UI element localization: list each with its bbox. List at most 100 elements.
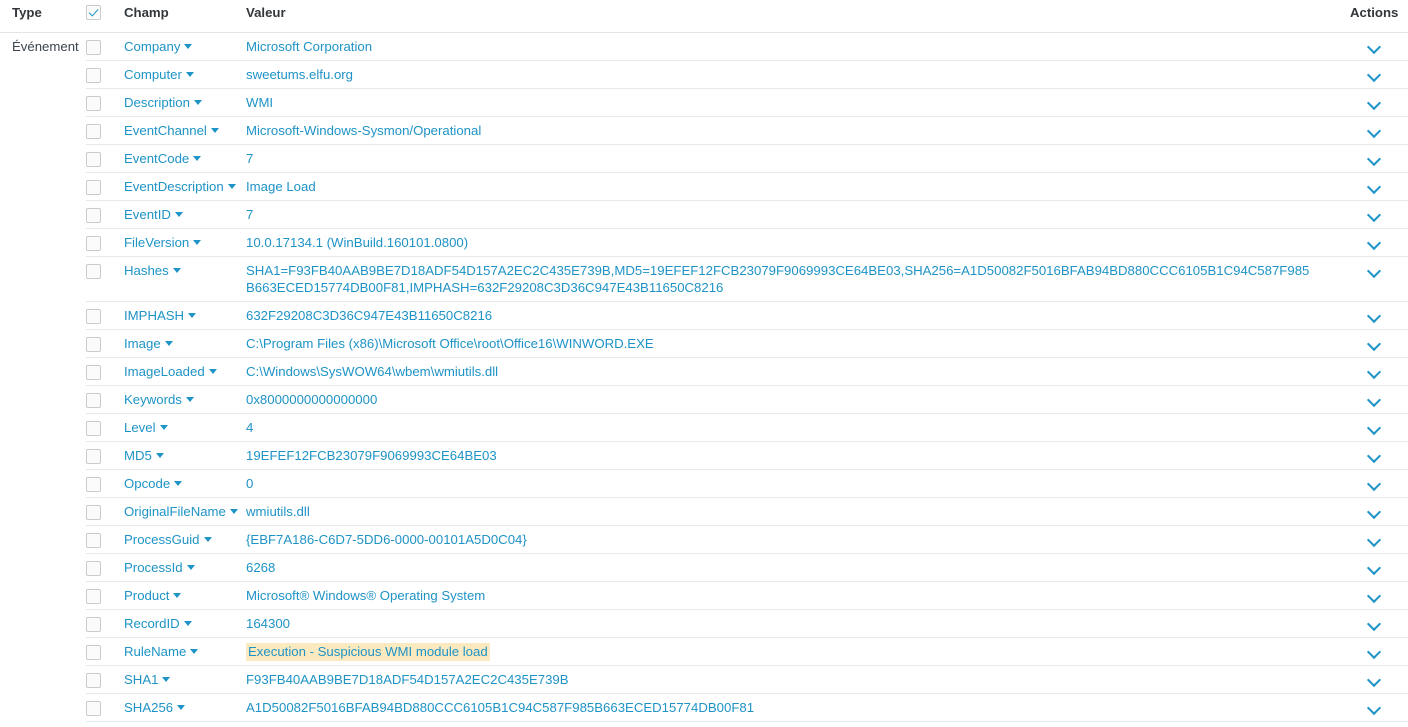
field-name-link[interactable]: MD5 (124, 448, 152, 463)
chevron-down-icon[interactable] (1367, 40, 1381, 54)
field-value-link[interactable]: WMI (246, 95, 273, 110)
caret-down-icon[interactable] (174, 211, 183, 217)
caret-down-icon[interactable] (184, 43, 193, 49)
chevron-down-icon[interactable] (1367, 505, 1381, 519)
field-value-link[interactable]: 164300 (246, 616, 290, 631)
caret-down-icon[interactable] (193, 239, 202, 245)
row-checkbox[interactable] (86, 644, 101, 660)
caret-down-icon[interactable] (172, 267, 181, 273)
row-checkbox[interactable] (86, 392, 101, 408)
field-name-link[interactable]: Keywords (124, 392, 182, 407)
row-checkbox[interactable] (86, 67, 101, 83)
chevron-down-icon[interactable] (1367, 673, 1381, 687)
caret-down-icon[interactable] (193, 99, 202, 105)
caret-down-icon[interactable] (190, 648, 199, 654)
field-value-link[interactable]: Execution - Suspicious WMI module load (246, 642, 490, 661)
caret-down-icon[interactable] (203, 536, 212, 542)
chevron-down-icon[interactable] (1367, 365, 1381, 379)
field-name-link[interactable]: Level (124, 420, 156, 435)
chevron-down-icon[interactable] (1367, 264, 1381, 278)
field-name-link[interactable]: SHA1 (124, 672, 158, 687)
row-checkbox[interactable] (86, 179, 101, 195)
row-checkbox[interactable] (86, 207, 101, 223)
chevron-down-icon[interactable] (1367, 96, 1381, 110)
caret-down-icon[interactable] (208, 368, 217, 374)
chevron-down-icon[interactable] (1367, 533, 1381, 547)
row-checkbox[interactable] (86, 235, 101, 251)
select-all-checkbox[interactable] (86, 5, 101, 21)
field-value-link[interactable]: C:\Windows\SysWOW64\wbem\wmiutils.dll (246, 364, 498, 379)
caret-down-icon[interactable] (155, 452, 164, 458)
chevron-down-icon[interactable] (1367, 152, 1381, 166)
field-value-link[interactable]: Image Load (246, 179, 316, 194)
chevron-down-icon[interactable] (1367, 449, 1381, 463)
caret-down-icon[interactable] (185, 71, 194, 77)
chevron-down-icon[interactable] (1367, 309, 1381, 323)
field-name-link[interactable]: Description (124, 95, 190, 110)
row-checkbox[interactable] (86, 123, 101, 139)
caret-down-icon[interactable] (193, 155, 202, 161)
field-value-link[interactable]: 632F29208C3D36C947E43B11650C8216 (246, 308, 492, 323)
field-name-link[interactable]: RuleName (124, 644, 186, 659)
field-value-link[interactable]: 7 (246, 207, 253, 222)
chevron-down-icon[interactable] (1367, 236, 1381, 250)
field-name-link[interactable]: OriginalFileName (124, 504, 226, 519)
row-checkbox[interactable] (86, 672, 101, 688)
row-checkbox[interactable] (86, 420, 101, 436)
field-value-link[interactable]: 7 (246, 151, 253, 166)
chevron-down-icon[interactable] (1367, 393, 1381, 407)
chevron-down-icon[interactable] (1367, 124, 1381, 138)
field-name-link[interactable]: EventCode (124, 151, 189, 166)
chevron-down-icon[interactable] (1367, 617, 1381, 631)
field-name-link[interactable]: IMPHASH (124, 308, 184, 323)
field-value-link[interactable]: A1D50082F5016BFAB94BD880CCC6105B1C94C587… (246, 700, 754, 715)
chevron-down-icon[interactable] (1367, 421, 1381, 435)
field-value-link[interactable]: 19EFEF12FCB23079F9069993CE64BE03 (246, 448, 497, 463)
row-checkbox[interactable] (86, 616, 101, 632)
caret-down-icon[interactable] (162, 676, 171, 682)
field-name-link[interactable]: Opcode (124, 476, 170, 491)
field-value-link[interactable]: 4 (246, 420, 253, 435)
row-checkbox[interactable] (86, 448, 101, 464)
field-name-link[interactable]: ProcessId (124, 560, 183, 575)
field-value-link[interactable]: C:\Program Files (x86)\Microsoft Office\… (246, 336, 654, 351)
row-checkbox[interactable] (86, 532, 101, 548)
field-value-link[interactable]: {EBF7A186-C6D7-5DD6-0000-00101A5D0C04} (246, 532, 527, 547)
field-value-link[interactable]: SHA1=F93FB40AAB9BE7D18ADF54D157A2EC2C435… (246, 263, 1309, 295)
field-value-link[interactable]: 6268 (246, 560, 275, 575)
row-checkbox[interactable] (86, 151, 101, 167)
caret-down-icon[interactable] (173, 592, 182, 598)
field-value-link[interactable]: F93FB40AAB9BE7D18ADF54D157A2EC2C435E739B (246, 672, 569, 687)
field-name-link[interactable]: FileVersion (124, 235, 189, 250)
chevron-down-icon[interactable] (1367, 645, 1381, 659)
caret-down-icon[interactable] (210, 127, 219, 133)
row-checkbox[interactable] (86, 364, 101, 380)
field-name-link[interactable]: EventID (124, 207, 171, 222)
row-checkbox[interactable] (86, 700, 101, 716)
chevron-down-icon[interactable] (1367, 561, 1381, 575)
caret-down-icon[interactable] (188, 312, 197, 318)
row-checkbox[interactable] (86, 263, 101, 279)
field-value-link[interactable]: sweetums.elfu.org (246, 67, 353, 82)
field-name-link[interactable]: Hashes (124, 263, 169, 278)
row-checkbox[interactable] (86, 476, 101, 492)
field-name-link[interactable]: EventDescription (124, 179, 224, 194)
field-value-link[interactable]: Microsoft® Windows® Operating System (246, 588, 485, 603)
field-value-link[interactable]: 0x8000000000000000 (246, 392, 377, 407)
caret-down-icon[interactable] (174, 480, 183, 486)
caret-down-icon[interactable] (177, 704, 186, 710)
field-value-link[interactable]: wmiutils.dll (246, 504, 310, 519)
field-name-link[interactable]: SHA256 (124, 700, 173, 715)
caret-down-icon[interactable] (186, 564, 195, 570)
caret-down-icon[interactable] (229, 508, 238, 514)
chevron-down-icon[interactable] (1367, 477, 1381, 491)
field-name-link[interactable]: ProcessGuid (124, 532, 200, 547)
chevron-down-icon[interactable] (1367, 208, 1381, 222)
caret-down-icon[interactable] (185, 396, 194, 402)
row-checkbox[interactable] (86, 39, 101, 55)
chevron-down-icon[interactable] (1367, 180, 1381, 194)
caret-down-icon[interactable] (183, 620, 192, 626)
field-name-link[interactable]: Image (124, 336, 161, 351)
field-name-link[interactable]: EventChannel (124, 123, 207, 138)
chevron-down-icon[interactable] (1367, 589, 1381, 603)
